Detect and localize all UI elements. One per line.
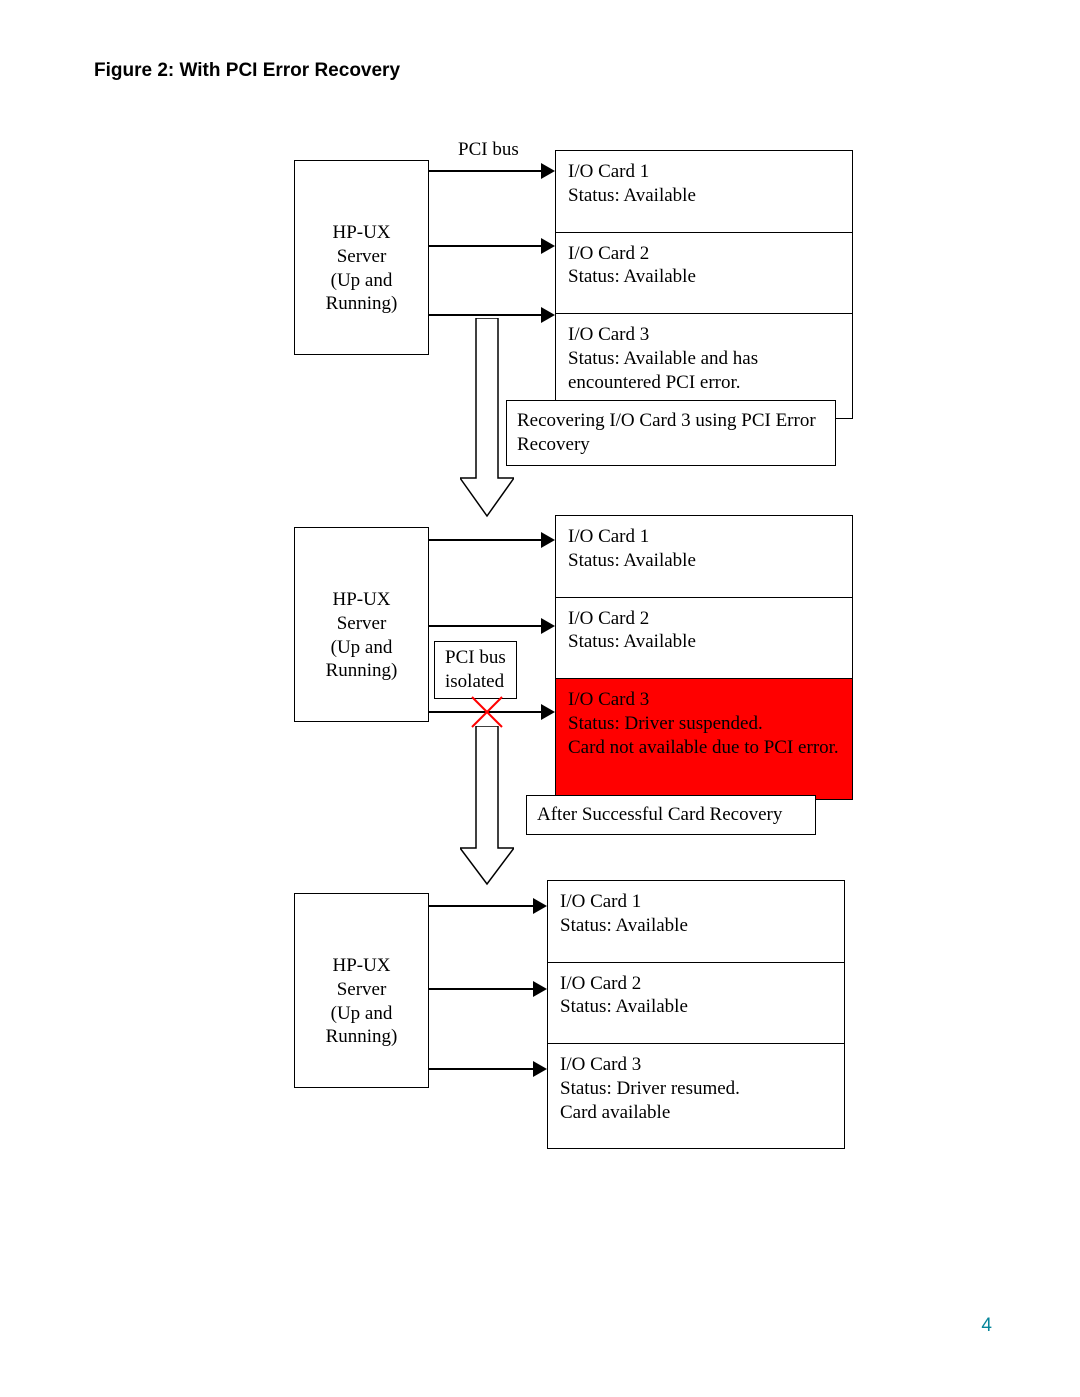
arrow-line [429,245,545,247]
pci-bus-isolated-label: PCI busisolated [445,647,506,692]
server-box-2: HP-UXServer(Up andRunning) [294,527,429,722]
diagram-page: Figure 2: With PCI Error Recovery HP-UXS… [0,0,1080,1397]
server-box-1: HP-UXServer(Up andRunning) [294,160,429,355]
io-card-1: I/O Card 1Status: Available [548,881,844,963]
page-number: 4 [981,1315,992,1337]
io-card-1: I/O Card 1Status: Available [556,516,852,598]
server-box-3: HP-UXServer(Up andRunning) [294,893,429,1088]
io-card-3-error: I/O Card 3Status: Driver suspended.Card … [556,679,852,799]
io-card-3: I/O Card 3Status: Driver resumed.Card av… [548,1044,844,1148]
recovering-box: Recovering I/O Card 3 using PCI ErrorRec… [506,400,836,466]
arrow-line [429,170,545,172]
recovering-label: Recovering I/O Card 3 using PCI ErrorRec… [517,410,816,455]
arrow-line [429,1068,537,1070]
card-stack-2: I/O Card 1Status: Available I/O Card 2St… [555,515,853,800]
pci-bus-isolated-box: PCI busisolated [434,641,517,699]
down-arrow-icon [460,726,514,886]
io-card-2: I/O Card 2Status: Available [548,963,844,1045]
arrow-line [429,314,545,316]
pci-bus-label: PCI bus [458,138,519,162]
after-recovery-box: After Successful Card Recovery [526,795,816,835]
arrow-line [429,905,537,907]
after-recovery-label: After Successful Card Recovery [537,804,782,825]
arrow-line [429,988,537,990]
arrow-line [429,539,545,541]
x-icon [470,695,504,729]
arrow-line [429,625,545,627]
io-card-2: I/O Card 2Status: Available [556,233,852,315]
card-stack-1: I/O Card 1Status: Available I/O Card 2St… [555,150,853,419]
io-card-2: I/O Card 2Status: Available [556,598,852,680]
figure-title: Figure 2: With PCI Error Recovery [94,60,400,82]
card-stack-3: I/O Card 1Status: Available I/O Card 2St… [547,880,845,1149]
server-label: HP-UXServer(Up andRunning) [326,222,398,314]
io-card-1: I/O Card 1Status: Available [556,151,852,233]
